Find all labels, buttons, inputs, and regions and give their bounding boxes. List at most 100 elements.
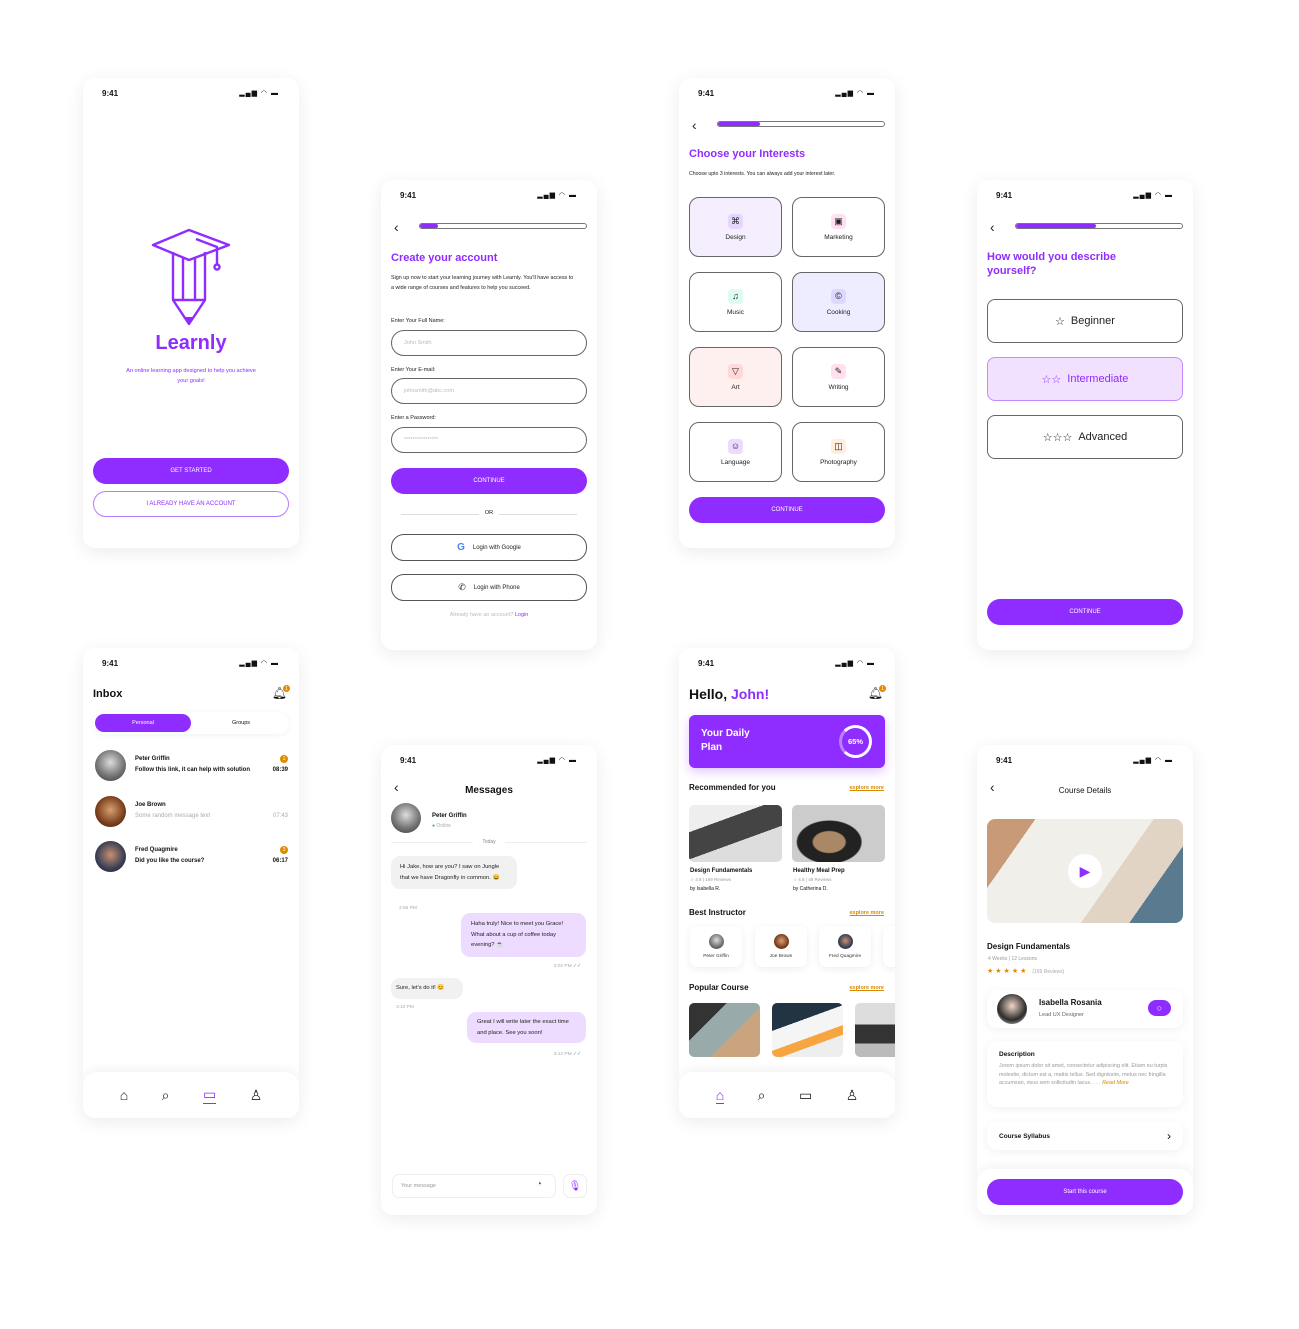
course-thumbnail[interactable]	[689, 1003, 760, 1057]
read-check-icon: ✓✓	[572, 1052, 581, 1057]
login-prompt: Already have an account? Login	[381, 612, 597, 618]
instructor-card[interactable]: Fred Quagmire	[819, 926, 871, 967]
course-video[interactable]: ▶	[987, 819, 1183, 923]
phone-label: Login with Phone	[473, 584, 520, 591]
messages-screen: 9:41 ▂▄▆ ◠ ▬ ‹ Messages Peter Griffin ● …	[381, 745, 597, 1215]
option-label: Beginner	[1070, 315, 1115, 327]
password-label: Enter a Password:	[391, 415, 436, 421]
login-link[interactable]: Login	[515, 612, 528, 618]
read-more-link[interactable]: Read More	[1102, 1080, 1129, 1086]
page-title: Choose your Interests	[689, 148, 806, 160]
chat-icon[interactable]: ▭	[799, 1087, 812, 1104]
option-advanced[interactable]: ☆☆☆ Advanced	[987, 415, 1183, 459]
message-time: 08:39	[272, 767, 288, 773]
status-time: 9:41	[400, 191, 417, 200]
inbox-screen: 9:41 ▂▄▆ ◠ ▬ Inbox 🔔︎ 1 Personal Groups …	[83, 648, 299, 1118]
message-time: 07:43	[272, 813, 288, 819]
message-time: 2:55 PM	[399, 906, 417, 911]
start-course-button[interactable]: Start this course	[987, 1179, 1183, 1205]
status-icons: ▂▄▆ ◠ ▬	[1133, 192, 1173, 199]
continue-button[interactable]: CONTINUE	[987, 599, 1183, 625]
interest-label: Photography	[820, 458, 857, 466]
interest-photography[interactable]: ◫ Photography	[792, 422, 885, 482]
profile-icon[interactable]: ♙	[250, 1087, 263, 1104]
instructor-card[interactable]: Joe Brown	[755, 926, 807, 967]
email-label: Enter Your E-mail:	[391, 367, 436, 373]
phone-login-button[interactable]: ✆ Login with Phone	[391, 574, 587, 601]
back-button[interactable]: ‹	[394, 219, 399, 235]
search-icon[interactable]: ⌕	[758, 1087, 766, 1104]
course-title: Design Fundamentals	[987, 942, 1071, 951]
description-card: Description Jorem ipsum dolor sit amet, …	[987, 1041, 1183, 1107]
interest-language[interactable]: ☺ Language	[689, 422, 782, 482]
name-input[interactable]: John Smith	[391, 330, 587, 356]
continue-button[interactable]: CONTINUE	[689, 497, 885, 523]
get-started-button[interactable]: GET STARTED	[93, 458, 289, 484]
tabs: Personal Groups	[93, 712, 289, 734]
message-input[interactable]: Your message	[392, 1174, 556, 1198]
status-icons: ▂▄▆ ◠ ▬	[537, 192, 577, 199]
course-thumbnail[interactable]	[792, 805, 885, 862]
welcome-screen: 9:41 ▂▄▆ ◠ ▬ Learnly An online learning …	[83, 78, 299, 548]
password-input[interactable]: ****************	[391, 427, 587, 453]
course-thumbnail[interactable]	[689, 805, 782, 862]
option-label: Intermediate	[1067, 373, 1129, 385]
option-beginner[interactable]: ☆ Beginner	[987, 299, 1183, 343]
writing-icon: ✎	[831, 363, 846, 379]
course-details-screen: 9:41 ▂▄▆ ◠ ▬ ‹ Course Details ▶ Design F…	[977, 745, 1193, 1215]
unread-badge: 3	[280, 846, 288, 854]
google-label: Login with Google	[472, 544, 521, 551]
option-intermediate[interactable]: ☆☆ Intermediate	[987, 357, 1183, 401]
status-time: 9:41	[996, 756, 1013, 765]
avatar	[773, 934, 789, 949]
back-button[interactable]: ‹	[990, 219, 995, 235]
or-label: OR	[479, 510, 499, 516]
avatar	[95, 796, 126, 827]
interest-writing[interactable]: ✎ Writing	[792, 347, 885, 407]
chat-icon[interactable]: ▭	[202, 1086, 217, 1104]
interest-marketing[interactable]: ▣ Marketing	[792, 197, 885, 257]
instructor-card[interactable]: Isabella Rosania Lead UX Designer ○	[987, 990, 1183, 1028]
review-count: (169 Reviews)	[1032, 969, 1065, 975]
interest-art[interactable]: ▽ Art	[689, 347, 782, 407]
tab-groups[interactable]: Groups	[193, 714, 289, 732]
search-icon[interactable]: ⌕	[162, 1087, 170, 1104]
email-input[interactable]: johnsmith@abc.com	[391, 378, 587, 404]
back-button[interactable]: ‹	[692, 117, 697, 133]
chat-button[interactable]: ○	[1148, 1000, 1171, 1016]
microphone-button[interactable]: 🎙︎	[563, 1174, 587, 1198]
sticker-icon[interactable]: ◔	[536, 1179, 542, 1190]
daily-plan-card[interactable]: Your Daily Plan 65%	[689, 715, 885, 768]
interests-screen: 9:41 ▂▄▆ ◠ ▬ ‹ Choose your Interests Cho…	[679, 78, 895, 548]
explore-more-link[interactable]: explore more	[849, 985, 884, 991]
signup-screen: 9:41 ▂▄▆ ◠ ▬ ‹ Create your account Sign …	[381, 180, 597, 650]
tab-personal[interactable]: Personal	[95, 714, 191, 732]
instructor-card[interactable]	[883, 926, 895, 967]
marketing-icon: ▣	[831, 213, 846, 229]
section-title: Popular Course	[689, 983, 749, 992]
course-title[interactable]: Healthy Meal Prep	[793, 868, 845, 874]
profile-icon[interactable]: ♙	[846, 1087, 859, 1104]
home-icon[interactable]: ⌂	[715, 1087, 725, 1104]
course-title[interactable]: Design Fundamentals	[690, 868, 752, 874]
instructor-card[interactable]: Peter Griffin	[690, 926, 742, 967]
continue-button[interactable]: CONTINUE	[391, 468, 587, 494]
rating-stars: ★★★★★ (169 Reviews)	[987, 968, 1065, 975]
interest-design[interactable]: ⌘ Design	[689, 197, 782, 257]
interest-music[interactable]: ♫ Music	[689, 272, 782, 332]
course-thumbnail[interactable]	[855, 1003, 895, 1057]
google-login-button[interactable]: G Login with Google	[391, 534, 587, 561]
home-icon[interactable]: ⌂	[120, 1087, 128, 1103]
have-account-button[interactable]: I ALREADY HAVE AN ACCOUNT	[93, 491, 289, 517]
tagline: An online learning app designed to help …	[126, 368, 256, 384]
explore-more-link[interactable]: explore more	[849, 785, 884, 791]
star-icon: ☆☆☆	[1042, 431, 1073, 444]
syllabus-row[interactable]: Course Syllabus ›	[987, 1122, 1183, 1150]
play-icon[interactable]: ▶	[1068, 854, 1102, 888]
interest-cooking[interactable]: © Cooking	[792, 272, 885, 332]
language-icon: ☺	[728, 438, 743, 454]
course-thumbnail[interactable]	[772, 1003, 843, 1057]
message-time: 06:17	[272, 858, 288, 864]
explore-more-link[interactable]: explore more	[849, 910, 884, 916]
message-preview: Follow this link, it can help with solut…	[135, 767, 250, 773]
